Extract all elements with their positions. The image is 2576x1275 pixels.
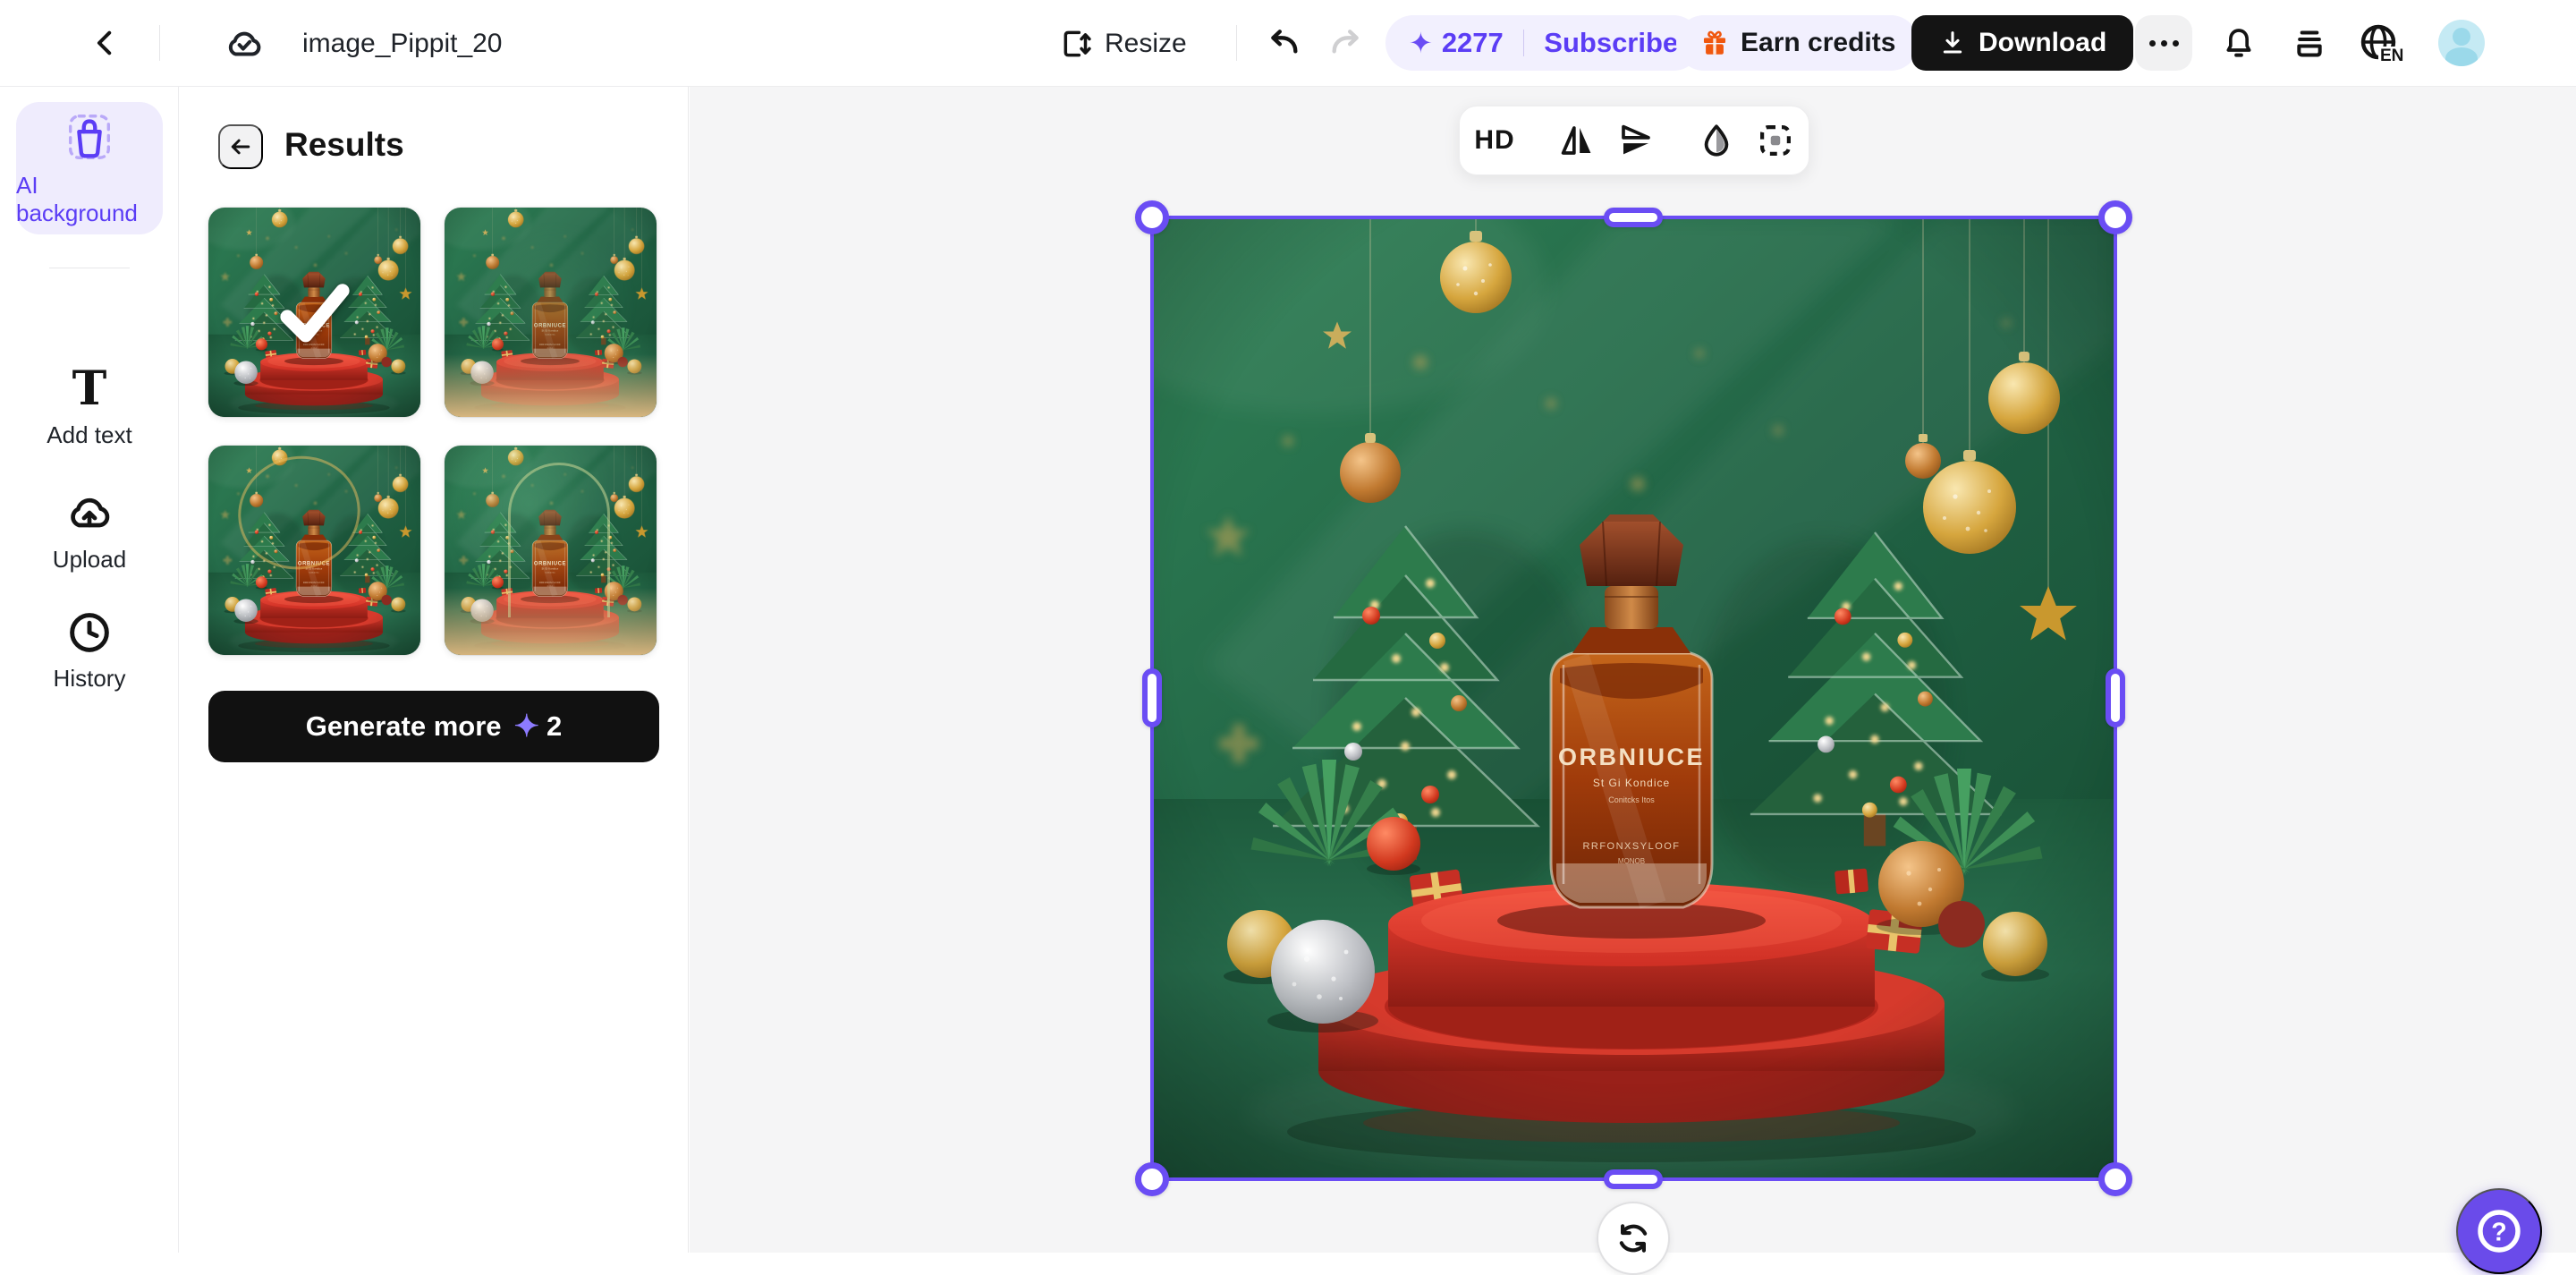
redo-button[interactable] <box>1326 23 1367 64</box>
resize-icon <box>1060 27 1094 61</box>
sidebar-item-label: Add text <box>0 421 179 449</box>
resize-handle-top[interactable] <box>1604 208 1663 227</box>
undo-icon <box>1266 26 1301 62</box>
flip-vertical-icon <box>1617 122 1655 159</box>
sidebar-item-ai-background[interactable]: AI background <box>16 102 163 234</box>
language-button[interactable]: EN <box>2355 20 2405 68</box>
sparkle-icon: ✦ <box>1409 26 1433 60</box>
earn-credits-button[interactable]: Earn credits <box>1676 15 1919 71</box>
credits-subscribe-pill[interactable]: ✦ 2277 Subscribe <box>1385 15 1701 71</box>
history-clock-icon <box>65 608 114 657</box>
header-divider <box>1236 25 1237 61</box>
sidebar-item-upload[interactable]: Upload <box>0 488 179 574</box>
result-thumbnail-2[interactable] <box>445 208 657 417</box>
gift-icon <box>1699 28 1730 58</box>
results-title: Results <box>284 126 404 164</box>
flip-horizontal-icon <box>1558 122 1596 159</box>
check-icon <box>276 280 353 344</box>
header-divider <box>159 25 160 61</box>
regenerate-button[interactable] <box>1597 1202 1670 1275</box>
avatar-head <box>2453 28 2470 46</box>
subscribe-link[interactable]: Subscribe <box>1544 27 1678 59</box>
arrow-left-icon <box>227 133 254 160</box>
hd-enhance-button[interactable]: HD <box>1474 125 1514 156</box>
notifications-button[interactable] <box>2216 21 2261 66</box>
resize-handle-top-right[interactable] <box>2098 200 2132 234</box>
chevron-left-icon <box>90 28 121 58</box>
refresh-icon <box>1614 1220 1652 1257</box>
sidebar-item-history[interactable]: History <box>0 608 179 693</box>
resize-button[interactable]: Resize <box>1060 0 1187 87</box>
earn-credits-label: Earn credits <box>1741 28 1895 58</box>
upload-cloud-icon <box>64 488 114 538</box>
more-options-button[interactable] <box>2135 15 2192 71</box>
cloud-save-icon[interactable] <box>222 21 267 66</box>
question-mark-icon: ? <box>2472 1204 2526 1258</box>
avatar[interactable] <box>2438 20 2485 66</box>
selected-check-overlay <box>208 208 420 417</box>
download-icon <box>1938 29 1967 57</box>
drawer-stack-icon <box>2292 26 2327 62</box>
credits-count: 2277 <box>1442 27 1504 59</box>
sidebar-item-label: Upload <box>0 546 179 574</box>
image-toolbar: HD <box>1459 106 1809 175</box>
resize-handle-top-left[interactable] <box>1135 200 1169 234</box>
add-text-icon: T <box>0 366 179 412</box>
download-label: Download <box>1979 28 2106 58</box>
question-glyph: ? <box>2491 1219 2506 1247</box>
download-button[interactable]: Download <box>1911 15 2133 71</box>
resize-handle-left[interactable] <box>1142 668 1162 727</box>
document-filename[interactable]: image_Pippit_20 <box>302 0 503 87</box>
sidebar-item-label: History <box>0 665 179 693</box>
resize-label: Resize <box>1105 29 1187 59</box>
result-thumbnail-3[interactable] <box>208 446 420 655</box>
sparkle-icon: ✦ <box>514 709 540 744</box>
result-thumbnail-1[interactable] <box>208 208 420 417</box>
results-back-button[interactable] <box>218 124 263 169</box>
resize-handle-bottom[interactable] <box>1604 1169 1663 1189</box>
canvas-area[interactable]: HD <box>690 87 2576 1253</box>
select-region-button[interactable] <box>1757 122 1794 159</box>
selected-image[interactable] <box>1152 217 2115 1179</box>
flip-horizontal-button[interactable] <box>1558 122 1596 159</box>
generate-more-label: Generate more <box>306 710 502 743</box>
opacity-button[interactable] <box>1698 122 1735 159</box>
resize-handle-bottom-right[interactable] <box>2098 1162 2132 1196</box>
redo-icon <box>1328 26 1364 62</box>
tool-sidebar: AI background T Add text Upload History <box>0 87 179 1253</box>
orders-button[interactable] <box>2287 21 2332 66</box>
undo-button[interactable] <box>1263 23 1304 64</box>
generate-more-button[interactable]: Generate more ✦ 2 <box>208 691 659 762</box>
dot <box>2173 40 2179 47</box>
sidebar-item-add-text[interactable]: T Add text <box>0 366 179 449</box>
avatar-body <box>2445 47 2478 66</box>
results-panel: Results Generate more ✦ 2 <box>179 87 689 1253</box>
droplet-icon <box>1698 122 1735 159</box>
dot <box>2149 40 2156 47</box>
resize-handle-bottom-left[interactable] <box>1135 1162 1169 1196</box>
pill-divider <box>1523 30 1525 56</box>
resize-handle-right[interactable] <box>2106 668 2125 727</box>
focus-select-icon <box>1757 122 1794 159</box>
generate-cost: 2 <box>547 710 562 743</box>
language-label: EN <box>2380 47 2403 65</box>
sidebar-item-label: AI background <box>16 172 163 227</box>
flip-vertical-button[interactable] <box>1617 122 1655 159</box>
globe-icon: EN <box>2357 21 2403 67</box>
top-bar: image_Pippit_20 Resize ✦ 2277 Subscribe <box>0 0 2576 87</box>
bell-icon <box>2221 26 2257 62</box>
help-button[interactable]: ? <box>2456 1188 2542 1274</box>
dot <box>2161 40 2167 47</box>
result-thumbnail-4[interactable] <box>445 446 657 655</box>
back-button[interactable] <box>84 21 127 64</box>
ai-background-icon <box>62 109 117 165</box>
